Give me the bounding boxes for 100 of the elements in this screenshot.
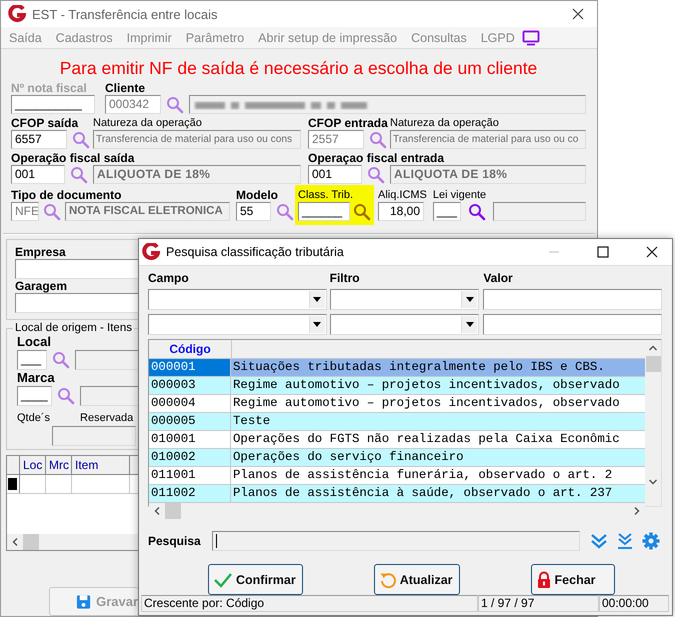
field-label: Qtde´s [17, 412, 50, 424]
input-field[interactable] [15, 293, 140, 313]
search-icon[interactable] [52, 351, 70, 369]
field-label: CFOP entrada [308, 116, 389, 130]
table-cell-text: Planos de assistência à saúde, observado o art. 237 [232, 485, 614, 502]
input-field[interactable]: NFE [11, 202, 39, 221]
search-icon[interactable] [72, 130, 90, 148]
input-field[interactable]: ___ [432, 202, 461, 221]
input-field[interactable] [15, 259, 140, 279]
field-label: Empresa [15, 245, 66, 259]
table-row[interactable]: 000001 Situações tributadas integralmente pelo IBS e CBS. [149, 359, 645, 377]
field-label: Campo [148, 271, 190, 285]
dropdown[interactable] [148, 289, 327, 310]
input-field[interactable]: 001 [308, 165, 362, 184]
input-field[interactable] [483, 289, 662, 310]
scrollbar-thumb[interactable] [646, 356, 660, 372]
table-row[interactable]: 000003 Regime automotivo – projetos incentivados, observado [149, 377, 645, 395]
table-row[interactable]: 010002 Operações do serviço financeiro [149, 449, 645, 467]
table-cell-text: Regime automotivo – projetos incentivados, observado [232, 377, 621, 394]
search-icon[interactable] [468, 202, 486, 220]
dropdown[interactable] [330, 289, 480, 310]
warning-message: Para emitir NF de saída é necessário a escolha de um cliente [58, 57, 538, 79]
chevrons-down-icon[interactable] [590, 532, 608, 550]
search-icon[interactable] [43, 202, 61, 220]
monitor-icon[interactable] [522, 30, 540, 46]
table-row[interactable]: 000005 Teste [149, 413, 645, 431]
input-field[interactable]: 2557 [308, 130, 364, 149]
dropdown-arrow-icon [313, 297, 322, 302]
table-cell-text: Operações do FGTS não realizadas pela Caixa Econômic [232, 431, 621, 448]
scrollbar-thumb[interactable] [23, 534, 39, 550]
field-label: CFOP saída [11, 116, 80, 130]
lock-icon [536, 570, 552, 588]
table-cell: 010002 [149, 449, 231, 466]
field-label: Operação fiscal saída [11, 151, 136, 165]
input-field[interactable]: 6557 [11, 130, 67, 149]
search-icon[interactable] [276, 202, 294, 220]
column-header[interactable]: Código [149, 340, 232, 358]
search-icon[interactable] [353, 202, 371, 220]
input-field[interactable]: 18,00 [378, 202, 424, 221]
confirm-button[interactable]: Confirmar [208, 564, 303, 595]
table-row[interactable]: 010001 Operações do FGTS não realizadas pela Caixa Econômic [149, 431, 645, 449]
column-header[interactable]: Item [72, 456, 130, 474]
input-field: NOTA FISCAL ELETRONICA [65, 202, 230, 221]
row-indicator [8, 478, 17, 490]
input-field: ALIQUOTA DE 18% [390, 165, 586, 184]
settings-icon[interactable] [642, 532, 660, 550]
field-label: Aliq.ICMS [378, 188, 427, 202]
field-label: Natureza da operação [93, 116, 203, 130]
table-cell-text: Teste [232, 413, 272, 430]
close-icon[interactable] [646, 246, 658, 258]
search-field[interactable] [212, 531, 580, 551]
input-field[interactable]: 000342 [105, 95, 161, 114]
dropdown[interactable] [148, 314, 327, 335]
window-title: EST - Transferência entre locais [32, 6, 218, 22]
close-button[interactable]: Fechar [530, 564, 615, 595]
logo-icon [142, 243, 160, 261]
maximize-icon[interactable] [597, 246, 609, 258]
input-field: Transferencia de material para uso ou co [390, 130, 586, 149]
search-icon[interactable] [369, 130, 387, 148]
field-label: Filtro [330, 271, 361, 285]
table-cell: 011002 [149, 485, 231, 502]
field-label: Garagem [15, 279, 68, 293]
table-cell-text: Regime automotivo – projetos incentivados, observado [232, 395, 621, 412]
close-icon[interactable] [572, 8, 584, 20]
search-icon[interactable] [57, 387, 75, 405]
field-label: Valor [483, 271, 514, 285]
field-label: Modelo [236, 188, 279, 202]
input-field[interactable]: 001 [11, 165, 65, 184]
input-field[interactable]: ____ [17, 386, 52, 406]
field-label: Reservada [80, 412, 134, 424]
column-header[interactable]: Mrc [46, 456, 72, 474]
input-field[interactable]: ___ [17, 350, 47, 370]
search-icon[interactable] [166, 96, 184, 114]
search-icon[interactable] [70, 166, 88, 184]
check-icon [213, 570, 233, 588]
input-field[interactable]: ______ [298, 202, 350, 221]
field-label: Cliente [105, 81, 146, 95]
status-text: 1 / 97 / 97 [478, 595, 599, 612]
input-field[interactable] [483, 314, 662, 335]
table-row[interactable]: 000004 Regime automotivo – projetos incentivados, observado [149, 395, 645, 413]
refresh-button[interactable]: Atualizar [374, 564, 460, 595]
table-cell: 000005 [149, 413, 231, 430]
dropdown[interactable] [330, 314, 480, 335]
scrollbar-thumb[interactable] [165, 503, 181, 519]
table-row[interactable]: 011001 Planos de assistência funerária, observado o art. 2 [149, 467, 645, 485]
table-cell: 000003 [149, 377, 231, 394]
table-row[interactable]: 011002 Planos de assistência à saúde, observado o art. 237 [149, 485, 645, 503]
table-cell: 011001 [149, 467, 231, 484]
scrollbar[interactable] [7, 534, 138, 550]
field-label: Class. Trib. [298, 188, 354, 202]
dropdown-arrow-icon [466, 322, 474, 327]
search-icon[interactable] [367, 166, 385, 184]
input-field[interactable]: 55 [236, 202, 271, 221]
column-header[interactable]: Loc [20, 456, 46, 474]
chevrons-to-bottom-icon[interactable] [616, 532, 634, 550]
dropdown-arrow-icon [466, 297, 474, 302]
field-label: Tipo de documento [11, 188, 122, 202]
scrollbar[interactable] [645, 340, 661, 506]
status-text: Crescente por: Código [141, 595, 478, 612]
refresh-icon [378, 570, 397, 588]
